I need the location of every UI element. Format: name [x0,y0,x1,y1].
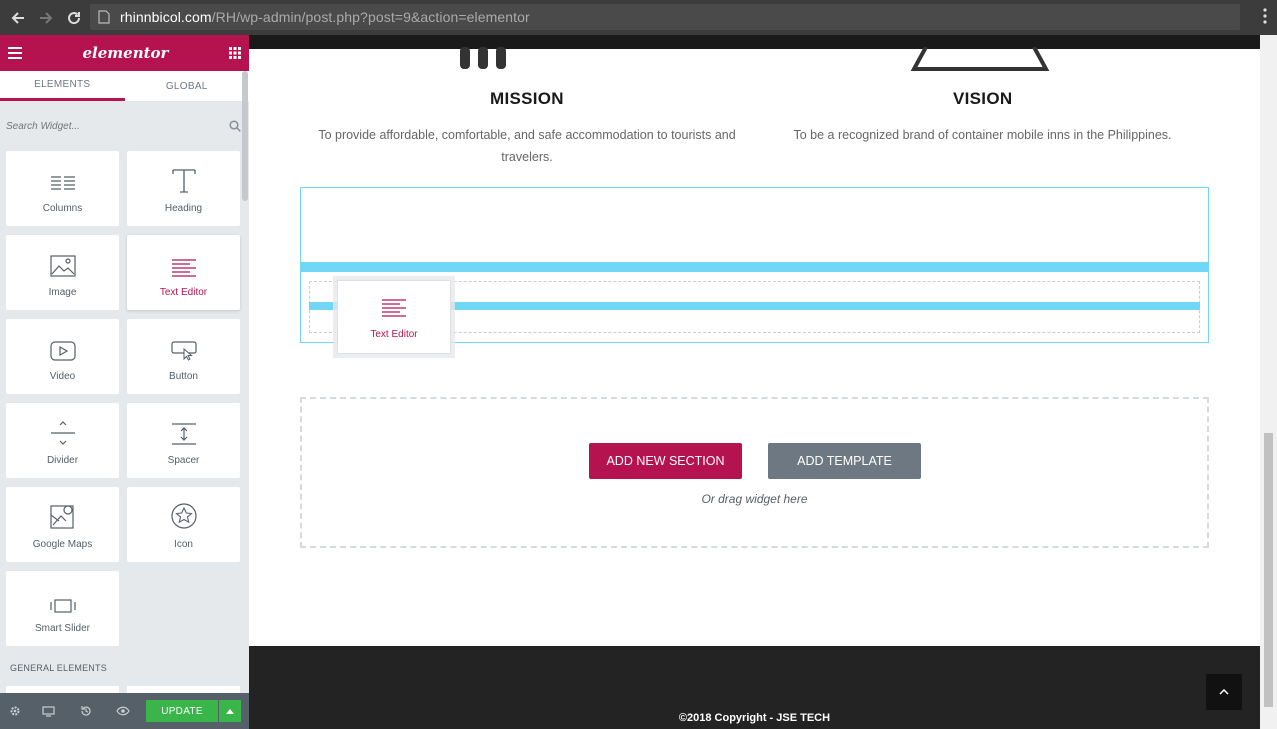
text-editor-icon [171,259,196,277]
drag-widget-hint: Or drag widget here [701,492,808,506]
tab-elements[interactable]: ELEMENTS [0,71,125,101]
widgets-grid-icon[interactable] [228,47,241,59]
widget-image[interactable]: Image [6,235,119,310]
elementor-panel: elementor ELEMENTS GLOBAL Columns Headin… [0,35,249,729]
panel-tabs: ELEMENTS GLOBAL [0,71,249,101]
editor-canvas: MISSION To provide affordable, comfortab… [249,35,1277,729]
google-maps-icon [49,505,74,529]
section-top-band [249,35,1277,49]
history-icon [80,706,91,716]
responsive-button[interactable] [30,705,67,717]
widget-spacer[interactable]: Spacer [127,403,240,478]
tab-global[interactable]: GLOBAL [125,71,250,101]
spacer-icon [171,423,196,445]
widget-label: Heading [164,203,203,214]
url-text: rhinnbicol.com/RH/wp-admin/post.php?post… [120,9,530,25]
search-widget-input[interactable] [6,120,206,132]
kebab-menu-icon [1263,8,1267,24]
widget-label: Icon [174,539,193,550]
widget-heading[interactable]: Heading [127,151,240,226]
widget-button[interactable]: Button [127,319,240,394]
vision-text: To be a recognized brand of container mo… [793,128,1172,142]
page-scrollbar[interactable] [1260,35,1277,729]
section-title-general: GENERAL ELEMENTS [10,663,107,673]
widget-label: Divider [46,455,79,466]
widget-label: Columns [42,203,83,214]
vision-heading: VISION [953,89,1013,108]
browser-toolbar: rhinnbicol.com/RH/wp-admin/post.php?post… [0,0,1277,35]
url-path: /RH/wp-admin/post.php?post=9&action=elem… [211,9,530,25]
heading-icon [171,169,196,193]
back-arrow-icon [11,11,24,24]
widget-label: Text Editor [159,287,208,298]
widget-smart-slider[interactable]: Smart Slider [6,571,119,646]
drop-indicator-line [301,262,1208,272]
search-icon [229,120,241,132]
settings-button[interactable] [0,705,30,717]
widget-video[interactable]: Video [6,319,119,394]
page-scrollbar-thumb[interactable] [1264,433,1273,707]
widget-label: Image [48,287,77,298]
forward-button[interactable] [34,6,58,30]
widget-columns[interactable]: Columns [6,151,119,226]
widget-label: Google Maps [32,539,93,550]
hamburger-menu-icon[interactable] [8,47,22,59]
add-template-button[interactable]: ADD TEMPLATE [768,443,921,479]
page-icon [98,10,110,24]
caret-up-icon [226,708,234,714]
widget-search [0,101,249,151]
star-icon [170,503,197,529]
chevron-up-icon [1219,689,1229,695]
panel-header: elementor [0,35,249,71]
text-editor-icon [382,299,406,317]
reload-icon [68,11,81,24]
address-bar[interactable]: rhinnbicol.com/RH/wp-admin/post.php?post… [90,4,1240,30]
desktop-icon [42,705,55,717]
panel-scrollbar[interactable] [242,71,248,201]
reload-button[interactable] [62,6,86,30]
image-icon [49,255,76,277]
copyright-text: ©2018 Copyright - JSE TECH [678,712,831,724]
url-domain: rhinnbicol.com [120,9,212,25]
mission-heading: MISSION [490,89,564,108]
elementor-logo: elementor [82,44,169,62]
mission-graphic-icon [460,47,506,69]
widget-text-editor[interactable]: Text Editor [127,235,240,310]
mission-text: To provide affordable, comfortable, and … [318,128,736,164]
widget-google-maps[interactable]: Google Maps [6,487,119,562]
drag-widget-label: Text Editor [370,329,418,340]
widget-icon[interactable]: Icon [127,487,240,562]
widget-label: Spacer [167,455,200,466]
back-button[interactable] [6,6,30,30]
history-button[interactable] [67,705,104,717]
widget-label: Smart Slider [34,623,90,634]
widget-label: Button [169,371,198,382]
browser-menu-button[interactable] [1263,8,1267,29]
vision-graphic-icon [910,47,1050,71]
site-footer: ©2018 Copyright - JSE TECH [249,646,1277,729]
update-button[interactable]: UPDATE [146,700,218,722]
add-section-area: ADD NEW SECTION ADD TEMPLATE Or drag wid… [300,397,1209,548]
back-to-top-button[interactable] [1206,674,1242,710]
eye-icon [115,706,130,716]
panel-footer: UPDATE [0,693,249,729]
columns-icon [50,176,75,190]
add-new-section-button[interactable]: ADD NEW SECTION [589,443,742,479]
widget-divider[interactable]: Divider [6,403,119,478]
gear-icon [10,706,20,716]
slider-icon [49,599,76,613]
video-icon [49,341,76,361]
update-options-button[interactable] [219,700,241,722]
preview-button[interactable] [104,706,141,716]
forward-arrow-icon [40,11,53,24]
divider-icon [50,421,75,445]
widget-grid: Columns Heading Image Text Editor Video … [0,151,249,646]
widget-label: Video [49,371,76,382]
button-icon [170,341,197,361]
dragging-text-editor-widget[interactable]: Text Editor [337,280,451,354]
